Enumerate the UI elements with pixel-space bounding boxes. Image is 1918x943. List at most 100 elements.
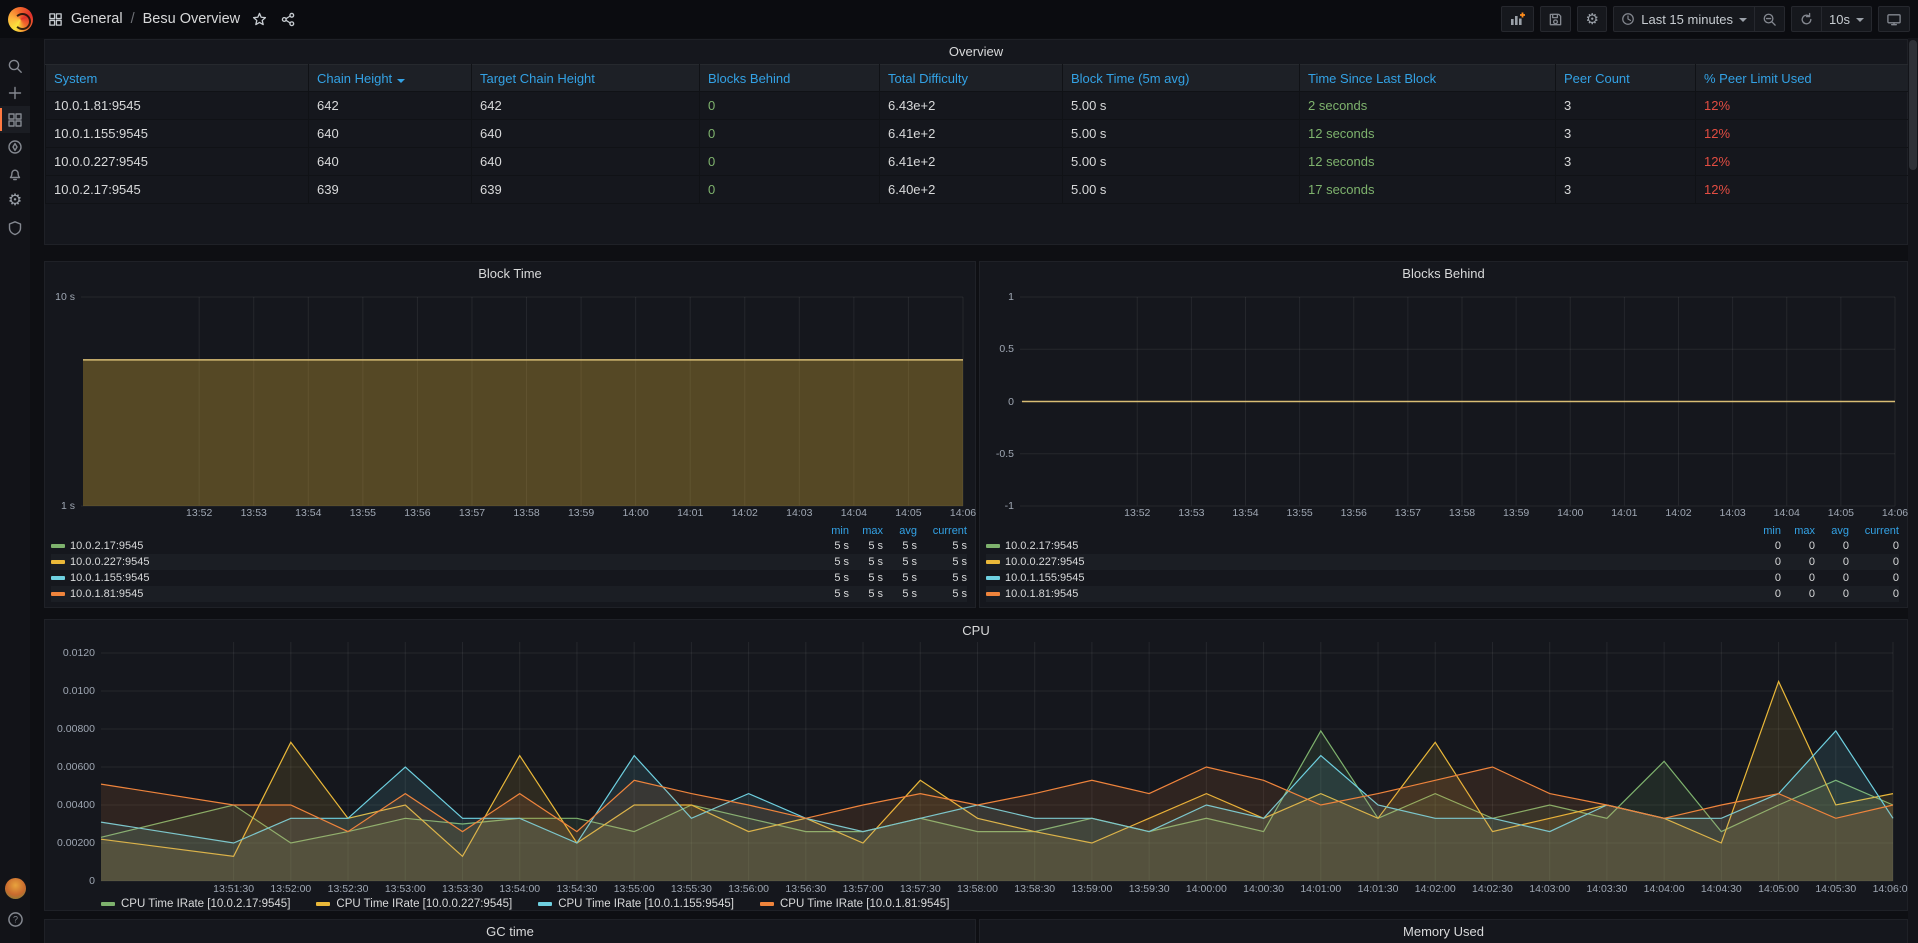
legend-value-current: 5 s	[917, 588, 967, 600]
legend-value-max: 5 s	[849, 572, 883, 584]
legend-series-name[interactable]: 10.0.0.227:9545	[1005, 556, 1085, 568]
panel-title-blocks-behind[interactable]: Blocks Behind	[980, 262, 1907, 286]
x-tick-label: 14:06	[1882, 507, 1908, 519]
x-tick-label: 13:58:30	[1014, 883, 1055, 895]
user-avatar[interactable]	[5, 878, 26, 899]
legend-series-name[interactable]: 10.0.1.155:9545	[70, 572, 150, 584]
blocks-behind-plot[interactable]	[980, 286, 1907, 508]
panel-title-memory-used[interactable]: Memory Used	[980, 920, 1907, 943]
search-icon	[7, 58, 23, 74]
grafana-logo[interactable]	[0, 0, 40, 38]
x-tick-label: 13:54	[1232, 507, 1258, 519]
dashboard-settings-button[interactable]: ⚙	[1577, 6, 1607, 32]
blocks-behind-graph-body: 10.50-0.5-113:5213:5313:5413:5513:5613:5…	[980, 286, 1907, 607]
legend-value-avg: 5 s	[883, 572, 917, 584]
time-range-picker[interactable]: Last 15 minutes	[1613, 6, 1755, 32]
refresh-icon	[1799, 12, 1814, 27]
share-icon[interactable]	[281, 12, 296, 27]
legend-series-name[interactable]: 10.0.0.227:9545	[70, 556, 150, 568]
legend-value-avg: 0	[1815, 572, 1849, 584]
block-time-plot[interactable]	[45, 286, 975, 508]
cell-blocks_behind: 0	[700, 176, 880, 204]
panel-title-gc-time[interactable]: GC time	[45, 920, 975, 943]
x-tick-label: 13:58	[513, 507, 539, 519]
zoom-out-button[interactable]	[1755, 6, 1785, 32]
legend-value-avg: 0	[1815, 540, 1849, 552]
dashboard-grid-icon	[48, 12, 63, 27]
add-panel-icon	[1509, 11, 1526, 27]
sidebar-item-dashboards[interactable]	[0, 106, 30, 133]
cycle-view-mode-button[interactable]	[1878, 6, 1910, 32]
y-tick-label: 0	[980, 396, 1014, 408]
sidebar-item-create[interactable]	[0, 79, 30, 106]
breadcrumb-page[interactable]: Besu Overview	[143, 11, 241, 27]
panel-title-overview[interactable]: Overview	[45, 40, 1907, 64]
column-header-system[interactable]: System	[46, 65, 309, 92]
x-tick-label: 13:54	[295, 507, 321, 519]
sidebar-item-configuration[interactable]: ⚙	[0, 187, 30, 214]
x-tick-label: 13:59	[568, 507, 594, 519]
cell-block_time: 5.00 s	[1063, 176, 1300, 204]
page-scrollbar-thumb[interactable]	[1909, 40, 1917, 170]
column-header-blocks_behind[interactable]: Blocks Behind	[700, 65, 880, 92]
x-tick-label: 13:55:30	[671, 883, 712, 895]
x-tick-label: 13:53:30	[442, 883, 483, 895]
cpu-legend-item[interactable]: CPU Time IRate [10.0.2.17:9545]	[101, 898, 290, 910]
cpu-legend-item[interactable]: CPU Time IRate [10.0.0.227:9545]	[316, 898, 512, 910]
x-tick-label: 13:52:30	[328, 883, 369, 895]
column-header-peer_limit_used[interactable]: % Peer Limit Used	[1696, 65, 1909, 92]
navbar-toolbar: ⚙ Last 15 minutes 1	[1501, 6, 1918, 32]
y-tick-label: 0.5	[980, 343, 1014, 355]
cpu-plot[interactable]	[45, 642, 1907, 882]
cell-block_time: 5.00 s	[1063, 120, 1300, 148]
cell-time_since_last_block: 2 seconds	[1300, 92, 1556, 120]
overview-table-body: 10.0.1.81:954564264206.43e+25.00 s2 seco…	[46, 92, 1909, 204]
sidebar-item-server-admin[interactable]	[0, 214, 30, 241]
table-row: 10.0.1.81:954564264206.43e+25.00 s2 seco…	[46, 92, 1909, 120]
cell-chain_height: 642	[309, 92, 472, 120]
column-header-total_difficulty[interactable]: Total Difficulty	[880, 65, 1063, 92]
cell-target_chain_height: 640	[472, 148, 700, 176]
save-dashboard-button[interactable]	[1540, 6, 1571, 32]
cpu-legend-item[interactable]: CPU Time IRate [10.0.1.81:9545]	[760, 898, 949, 910]
legend-col-max: max	[1781, 525, 1815, 537]
legend-value-avg: 5 s	[883, 556, 917, 568]
breadcrumb-separator: /	[131, 11, 135, 27]
legend-swatch	[986, 544, 1000, 548]
legend-col-current: current	[1849, 525, 1899, 537]
column-header-chain_height[interactable]: Chain Height	[309, 65, 472, 92]
breadcrumb-section[interactable]: General	[71, 11, 123, 27]
x-tick-label: 14:04	[1774, 507, 1800, 519]
sidebar-item-alerting[interactable]	[0, 160, 30, 187]
legend-value-min: 5 s	[815, 540, 849, 552]
cpu-legend-item[interactable]: CPU Time IRate [10.0.1.155:9545]	[538, 898, 734, 910]
panel-overview: Overview SystemChain HeightTarget Chain …	[44, 39, 1908, 245]
refresh-button[interactable]	[1791, 6, 1822, 32]
legend-value-min: 0	[1747, 556, 1781, 568]
column-header-time_since_last_block[interactable]: Time Since Last Block	[1300, 65, 1556, 92]
x-tick-label: 13:59	[1503, 507, 1529, 519]
cell-chain_height: 639	[309, 176, 472, 204]
sidebar-item-search[interactable]	[0, 52, 30, 79]
panel-title-cpu[interactable]: CPU	[45, 620, 1907, 642]
legend-series-name[interactable]: 10.0.1.81:9545	[1005, 588, 1078, 600]
panel-block-time: Block Time 10 s1 s13:5213:5313:5413:5513…	[44, 261, 976, 608]
star-icon[interactable]	[252, 12, 267, 27]
add-panel-button[interactable]	[1501, 6, 1534, 32]
sidebar-item-help[interactable]: ?	[7, 911, 24, 933]
x-tick-label: 13:54:00	[499, 883, 540, 895]
refresh-interval-dropdown[interactable]: 10s	[1822, 6, 1872, 32]
legend-series-name[interactable]: 10.0.1.81:9545	[70, 588, 143, 600]
legend-series-name[interactable]: 10.0.1.155:9545	[1005, 572, 1085, 584]
legend-series-name[interactable]: 10.0.2.17:9545	[70, 540, 143, 552]
column-header-peer_count[interactable]: Peer Count	[1556, 65, 1696, 92]
legend-series-name[interactable]: 10.0.2.17:9545	[1005, 540, 1078, 552]
sidebar-item-explore[interactable]	[0, 133, 30, 160]
svg-text:?: ?	[12, 915, 17, 925]
x-tick-label: 13:59:30	[1129, 883, 1170, 895]
column-header-block_time[interactable]: Block Time (5m avg)	[1063, 65, 1300, 92]
legend-value-min: 0	[1747, 540, 1781, 552]
x-tick-label: 14:05:00	[1758, 883, 1799, 895]
column-header-target_chain_height[interactable]: Target Chain Height	[472, 65, 700, 92]
panel-title-block-time[interactable]: Block Time	[45, 262, 975, 286]
